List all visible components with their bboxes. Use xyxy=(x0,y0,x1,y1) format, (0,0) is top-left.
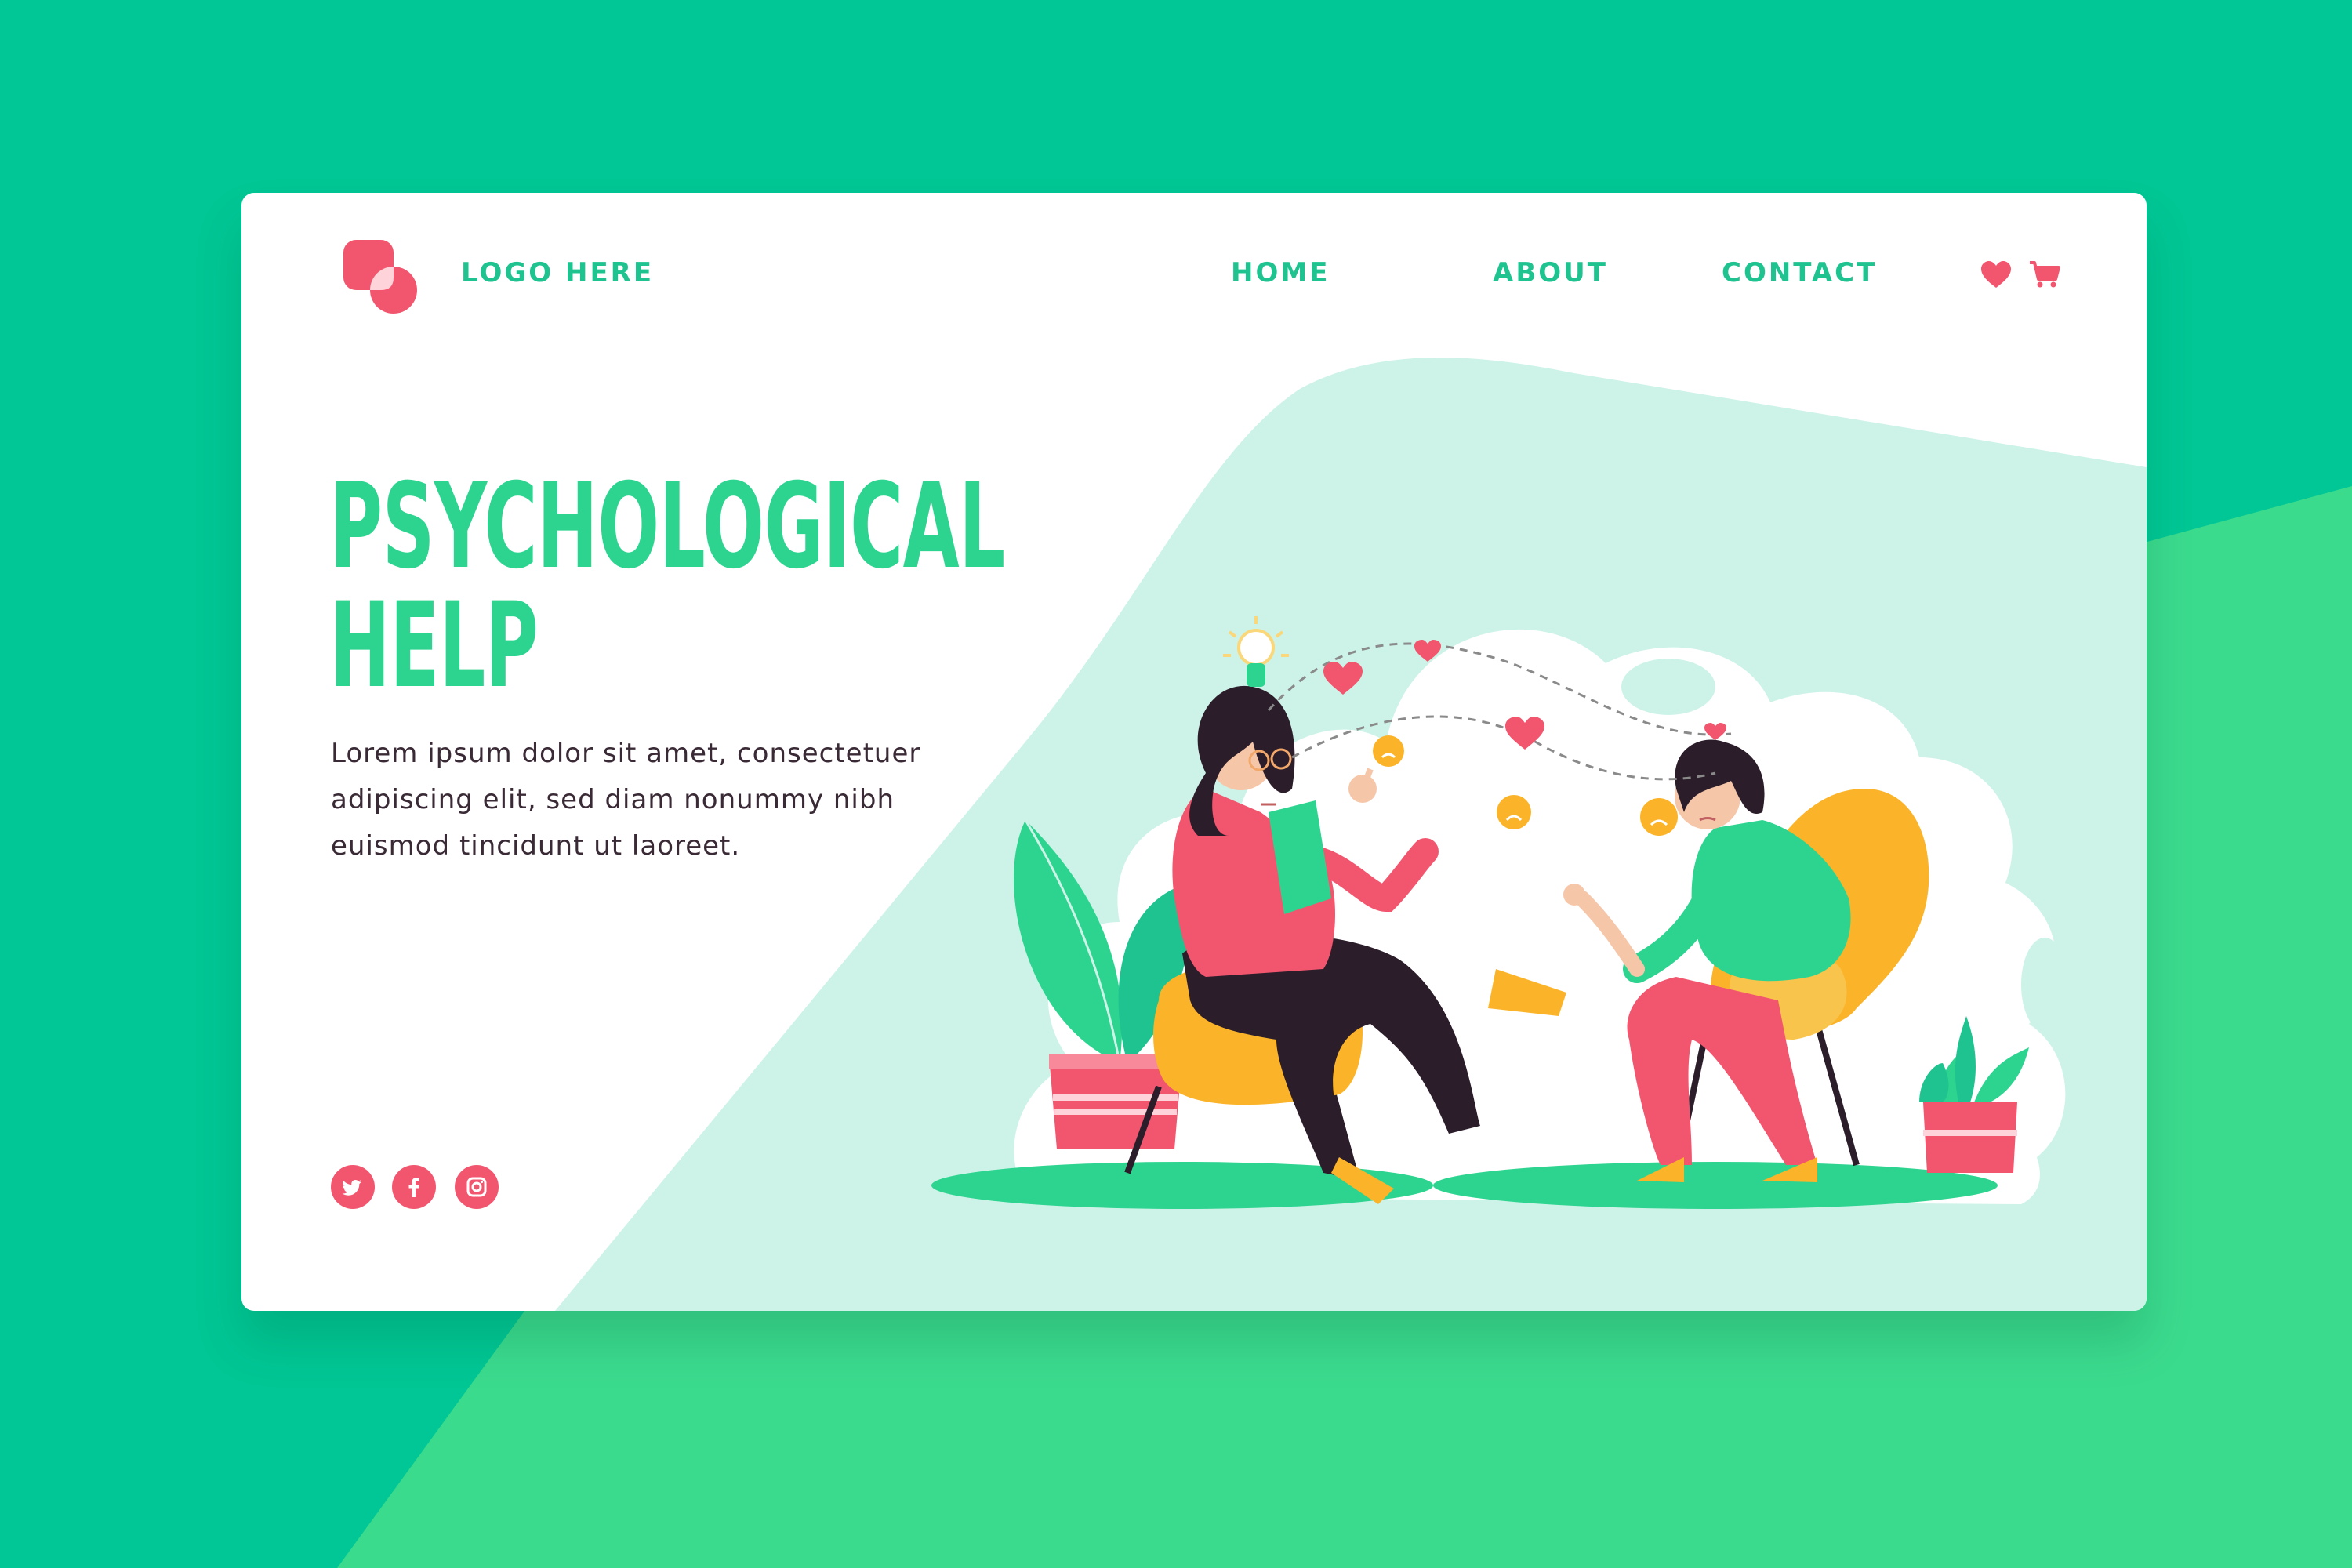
floor-right xyxy=(1433,1162,1998,1209)
therapy-session-illustration xyxy=(931,616,2068,1209)
lightbulb-icon xyxy=(1223,616,1289,687)
landing-card: LOGO HERE HOME ABOUT CONTACT PSYCHOLOGIC… xyxy=(241,193,2147,1311)
